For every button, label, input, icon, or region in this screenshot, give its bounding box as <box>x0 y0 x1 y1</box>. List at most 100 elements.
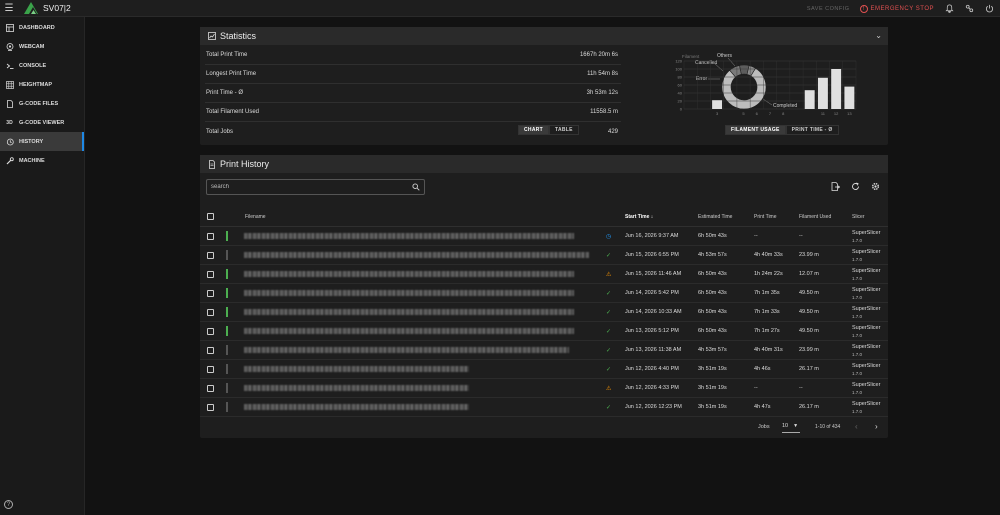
sidebar-item-console[interactable]: CONSOLE <box>0 56 84 75</box>
refresh-icon[interactable] <box>850 181 860 191</box>
file-thumbnail <box>226 231 228 241</box>
emergency-stop-label: EMERGENCY STOP <box>870 5 934 12</box>
print-time: 4h 40m 33s <box>754 252 783 258</box>
table-row[interactable]: ✓ Jun 12, 2026 12:23 PM 3h 51m 19s 4h 47s 26… <box>200 398 888 417</box>
chevron-right-icon[interactable]: › <box>875 422 878 431</box>
col-slicer[interactable]: Slicer <box>852 214 865 220</box>
row-checkbox[interactable] <box>207 252 214 259</box>
start-time: Jun 15, 2026 6:55 PM <box>625 252 679 258</box>
col-filename[interactable]: Filename <box>245 214 266 220</box>
estimated-time: 6h 50m 43s <box>698 271 727 277</box>
statistics-panel: Statistics ⌄ Total Print Time 1667h 20m … <box>200 27 888 145</box>
pagination-range: 1-10 of 434 <box>815 424 841 430</box>
sidebar-item-history[interactable]: HISTORY <box>0 132 84 151</box>
sidebar-item-machine[interactable]: MACHINE <box>0 151 84 170</box>
col-print-time[interactable]: Print Time <box>754 214 777 220</box>
row-checkbox[interactable] <box>207 347 214 354</box>
table-row[interactable]: ✓ Jun 12, 2026 4:40 PM 3h 51m 19s 4h 46s 26.… <box>200 360 888 379</box>
print-history-title: Print History <box>220 159 270 169</box>
bar <box>831 69 842 109</box>
col-start-time[interactable]: Start Time ↓ <box>625 214 653 220</box>
emergency-stop-button[interactable]: ! EMERGENCY STOP <box>859 4 934 13</box>
table-row[interactable]: ✓ Jun 14, 2026 5:42 PM 6h 50m 43s 7h 1m 35s… <box>200 284 888 303</box>
table-row[interactable]: ◷ Jun 16, 2026 9:37 AM 6h 50m 43s -- -- Super… <box>200 227 888 246</box>
slicer-cell: SuperSlicer 1.7.0 <box>852 362 880 378</box>
settings-sliders-icon[interactable] <box>964 4 974 14</box>
power-icon[interactable] <box>984 4 994 14</box>
history-icon <box>5 137 14 146</box>
sidebar-item-gcode-files[interactable]: G-CODE FILES <box>0 94 84 113</box>
row-checkbox[interactable] <box>207 290 214 297</box>
print-time-avg-button[interactable]: PRINT TIME - Ø <box>785 125 839 135</box>
search-icon[interactable] <box>412 183 420 191</box>
search-input[interactable] <box>211 184 401 190</box>
file-thumbnail <box>226 269 228 279</box>
slicer-cell: SuperSlicer 1.7.0 <box>852 305 880 321</box>
table-row[interactable]: ✓ Jun 15, 2026 6:55 PM 4h 53m 57s 4h 40m 33… <box>200 246 888 265</box>
sidebar-item-dashboard[interactable]: DASHBOARD <box>0 18 84 37</box>
slicer-name: SuperSlicer <box>852 325 881 331</box>
slicer-version: 1.7.0 <box>852 390 863 395</box>
filename-blurred <box>244 347 569 353</box>
x-tick-label: 5 <box>742 111 745 116</box>
help-icon[interactable]: ? <box>4 500 13 509</box>
slicer-cell: SuperSlicer 1.7.0 <box>852 324 880 340</box>
chevron-left-icon[interactable]: ‹ <box>855 422 858 431</box>
chart-toggle-button[interactable]: CHART <box>518 125 549 135</box>
export-csv-icon[interactable] <box>830 181 840 191</box>
table-row[interactable]: ✓ Jun 13, 2026 5:12 PM 6h 50m 43s 7h 1m 27s… <box>200 322 888 341</box>
start-time: Jun 16, 2026 9:37 AM <box>625 233 679 239</box>
table-toggle-button[interactable]: TABLE <box>549 125 579 135</box>
start-time: Jun 12, 2026 12:23 PM <box>625 404 682 410</box>
bell-icon[interactable] <box>944 4 954 14</box>
print-time: 4h 40m 31s <box>754 347 783 353</box>
start-time: Jun 13, 2026 11:38 AM <box>625 347 682 353</box>
top-bar: ☰ SV07|2 SAVE CONFIG ! EMERGENCY STOP <box>0 0 1000 17</box>
start-time: Jun 14, 2026 5:42 PM <box>625 290 679 296</box>
menu-icon[interactable]: ☰ <box>0 0 18 17</box>
sidebar-item-webcam[interactable]: WEBCAM <box>0 37 84 56</box>
search-field[interactable] <box>206 179 425 195</box>
row-checkbox[interactable] <box>207 366 214 373</box>
slicer-name: SuperSlicer <box>852 230 881 236</box>
col-filament-used[interactable]: Filament Used <box>799 214 831 220</box>
row-checkbox[interactable] <box>207 404 214 411</box>
col-estimated-time[interactable]: Estimated Time <box>698 214 732 220</box>
slicer-version: 1.7.0 <box>852 276 863 281</box>
row-checkbox[interactable] <box>207 309 214 316</box>
estimated-time: 6h 50m 43s <box>698 290 727 296</box>
estimated-time: 4h 53m 57s <box>698 347 727 353</box>
slicer-name: SuperSlicer <box>852 344 881 350</box>
gear-icon[interactable] <box>870 181 880 191</box>
table-row[interactable]: ⚠ Jun 15, 2026 11:46 AM 6h 50m 43s 1h 24m 2… <box>200 265 888 284</box>
table-footer: Jobs 10 ▼ 1-10 of 434 ‹ › <box>200 416 888 438</box>
warning-icon: ⚠ <box>606 272 612 278</box>
filament-used: 49.50 m <box>799 328 819 334</box>
filament-used: 23.99 m <box>799 347 819 353</box>
check-circle-icon: ✓ <box>606 367 612 373</box>
filament-used: 23.99 m <box>799 252 819 258</box>
table-row[interactable]: ✓ Jun 13, 2026 11:38 AM 4h 53m 57s 4h 40m 3… <box>200 341 888 360</box>
save-config-button[interactable]: SAVE CONFIG <box>807 6 850 12</box>
table-row[interactable]: ⚠ Jun 12, 2026 4:33 PM 3h 51m 19s -- -- Super… <box>200 379 888 398</box>
slicer-cell: SuperSlicer 1.7.0 <box>852 229 880 245</box>
row-checkbox[interactable] <box>207 328 214 335</box>
row-checkbox[interactable] <box>207 233 214 240</box>
select-all-checkbox[interactable] <box>207 213 214 220</box>
filename-blurred <box>244 290 574 296</box>
jobs-per-page-select[interactable]: 10 ▼ <box>782 419 800 433</box>
y-tick-label: 40 <box>678 91 683 96</box>
start-time: Jun 13, 2026 5:12 PM <box>625 328 679 334</box>
print-time: 7h 1m 35s <box>754 290 780 296</box>
sidebar-item-heightmap[interactable]: HEIGHTMAP <box>0 75 84 94</box>
table-row[interactable]: ✓ Jun 14, 2026 10:33 AM 6h 50m 43s 7h 1m 33… <box>200 303 888 322</box>
bar <box>712 100 723 109</box>
estimated-time: 6h 50m 43s <box>698 309 727 315</box>
y-tick-label: 20 <box>678 99 683 104</box>
row-checkbox[interactable] <box>207 385 214 392</box>
sidebar-item-gcode-viewer[interactable]: 3D G-CODE VIEWER <box>0 113 84 132</box>
row-checkbox[interactable] <box>207 271 214 278</box>
chart-table-toggle: CHART TABLE <box>518 125 579 135</box>
slicer-version: 1.7.0 <box>852 257 863 262</box>
filament-usage-button[interactable]: FILAMENT USAGE <box>725 125 786 135</box>
